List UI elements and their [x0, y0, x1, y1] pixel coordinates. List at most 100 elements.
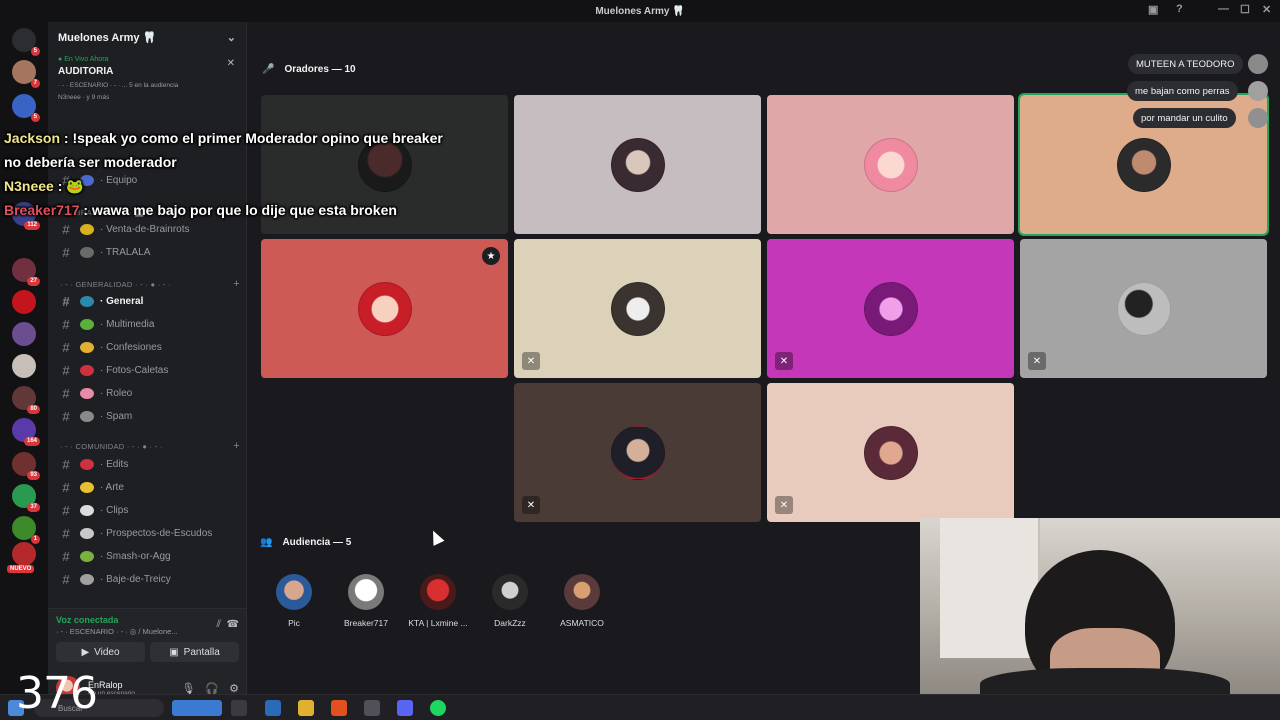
channel-emoji-icon — [80, 318, 94, 330]
server-icon[interactable] — [12, 354, 36, 378]
chat-text: : 🐸 — [53, 178, 84, 194]
voice-location[interactable]: · - · ESCENARIO · - · ◎ / Muelone... — [56, 627, 239, 636]
speaker-tile[interactable]: ★ — [261, 239, 508, 378]
speaker-tile[interactable] — [514, 95, 761, 234]
server-icon[interactable]: 1 — [12, 516, 40, 544]
channel-item[interactable]: # · Prospectos-de-Escudos — [56, 523, 241, 543]
close-icon[interactable]: ✕ — [227, 58, 235, 69]
server-icon[interactable] — [12, 542, 36, 566]
audience-member[interactable]: KTA | Lxmine ... — [403, 574, 473, 628]
speaker-avatar — [610, 137, 665, 192]
channel-item[interactable]: # · Arte — [56, 477, 241, 497]
channel-item[interactable]: # · Smash-or-Agg — [56, 546, 241, 566]
speaker-tile[interactable]: ✕ — [514, 383, 761, 522]
hash-icon: # — [62, 385, 70, 401]
channel-emoji-icon — [80, 481, 94, 493]
channel-item[interactable]: # · Fotos-Caletas — [56, 360, 241, 380]
speaker-tile[interactable]: ✕ — [1020, 239, 1267, 378]
microphone-icon[interactable]: 🎙 — [181, 682, 195, 695]
channel-item[interactable]: # · Roleo — [56, 383, 241, 403]
audience-member[interactable]: Pic — [259, 574, 329, 628]
live-stage-card[interactable]: ● En Vivo Ahora AUDITORIA · - · ESCENARI… — [48, 56, 246, 101]
server-icon[interactable] — [12, 290, 36, 314]
chat-author: Jackson — [4, 130, 61, 146]
maximize-button[interactable]: ☐ — [1240, 3, 1250, 16]
server-icon[interactable] — [12, 322, 36, 346]
help-icon[interactable]: ? — [1176, 3, 1183, 15]
speaker-tile[interactable]: ✕ — [514, 239, 761, 378]
server-icon[interactable]: 164 — [12, 418, 40, 446]
channel-emoji-icon — [80, 527, 94, 539]
widgets-icon[interactable] — [172, 700, 222, 716]
stage-meta: · - · ESCENARIO · - · ... 5 en la audien… — [58, 82, 179, 89]
brave-browser-icon[interactable] — [331, 700, 347, 716]
category-comunidad[interactable]: · - · COMUNIDAD · - · ● · - · + — [60, 440, 240, 452]
minimize-button[interactable]: — — [1218, 3, 1229, 15]
speaker-tile[interactable] — [767, 95, 1014, 234]
muted-icon: ✕ — [775, 352, 793, 370]
voice-controls: ⫽ ☎ — [217, 619, 240, 630]
hash-icon: # — [62, 339, 70, 355]
channel-item[interactable]: # · Confesiones — [56, 337, 241, 357]
category-generalidad[interactable]: · - · GENERALIDAD · - · ● · - · + — [60, 278, 240, 290]
inbox-icon[interactable]: ▣ — [1148, 3, 1158, 16]
audience-member[interactable]: ASMATICO — [547, 574, 617, 628]
taskbar: Buscar — [0, 694, 1280, 720]
server-icon[interactable]: 80 — [12, 386, 40, 414]
chevron-down-icon[interactable]: ⌄ — [227, 31, 236, 44]
add-channel-icon[interactable]: + — [233, 278, 240, 290]
video-button[interactable]: ▶ Video — [56, 642, 145, 662]
close-window-button[interactable]: ✕ — [1262, 3, 1271, 16]
channel-item[interactable]: # · Spam — [56, 406, 241, 426]
server-icon[interactable]: 93 — [12, 452, 40, 480]
channel-item[interactable]: # · Baje-de-Treicy — [56, 569, 241, 589]
speaker-avatar — [1116, 281, 1171, 336]
server-icon[interactable]: 7 — [12, 60, 40, 88]
webcam-overlay — [920, 518, 1280, 698]
channel-emoji-icon — [80, 295, 94, 307]
speaker-avatar — [610, 281, 665, 336]
server-icon[interactable]: 27 — [12, 258, 40, 286]
avatar — [348, 574, 384, 610]
channel-emoji-icon — [80, 410, 94, 422]
channel-emoji-icon — [80, 341, 94, 353]
viewer-counter: 376 — [16, 668, 98, 719]
discord-icon[interactable] — [397, 700, 413, 716]
store-icon[interactable] — [265, 700, 281, 716]
hash-icon: # — [62, 293, 70, 309]
speaker-tile[interactable]: ✕ — [767, 383, 1014, 522]
discord-home-icon[interactable]: 5 — [12, 28, 40, 56]
notification-toast: MUTEEN A TEODORO — [1128, 54, 1243, 74]
stage-audience-summary: N3neee · y 9 más — [58, 94, 110, 101]
channel-item[interactable]: # · Multimedia — [56, 314, 241, 334]
settings-gear-icon[interactable]: ⚙ — [229, 682, 239, 695]
screen-share-button[interactable]: ▣ Pantalla — [150, 642, 239, 662]
server-header[interactable]: Muelones Army 🦷 ⌄ — [48, 22, 246, 52]
server-icon[interactable]: 37 — [12, 484, 40, 512]
audience-member[interactable]: DarkZzz — [475, 574, 545, 628]
disconnect-icon[interactable]: ☎ — [227, 619, 239, 630]
speaker-avatar — [1116, 137, 1171, 192]
live-label: ● En Vivo Ahora — [58, 56, 109, 63]
channel-item[interactable]: # · Venta-de-Brainrots — [56, 219, 241, 239]
app-icon[interactable] — [364, 700, 380, 716]
spotify-icon[interactable] — [430, 700, 446, 716]
add-channel-icon[interactable]: + — [233, 440, 240, 452]
channel-item[interactable]: # · Clips — [56, 500, 241, 520]
hash-icon: # — [62, 408, 70, 424]
hash-icon: # — [62, 525, 70, 541]
server-icon[interactable]: 5 — [12, 94, 40, 122]
audience-member[interactable]: Breaker717 — [331, 574, 401, 628]
noise-suppression-icon[interactable]: ⫽ — [217, 619, 221, 630]
server-list: 5 7 5 112 27 80 164 93 37 1 NUEVO — [0, 22, 48, 698]
muted-icon: ✕ — [1028, 352, 1046, 370]
channel-item-general[interactable]: # · General — [56, 291, 241, 311]
hash-icon: # — [62, 502, 70, 518]
speaker-tile[interactable]: ✕ — [767, 239, 1014, 378]
channel-sidebar: Muelones Army 🦷 ⌄ ● En Vivo Ahora AUDITO… — [48, 22, 247, 698]
file-explorer-icon[interactable] — [298, 700, 314, 716]
channel-item[interactable]: # · Edits — [56, 454, 241, 474]
task-view-icon[interactable] — [231, 700, 247, 716]
channel-item[interactable]: # · TRALALA — [56, 242, 241, 262]
headphones-icon[interactable]: 🎧 — [205, 682, 219, 695]
